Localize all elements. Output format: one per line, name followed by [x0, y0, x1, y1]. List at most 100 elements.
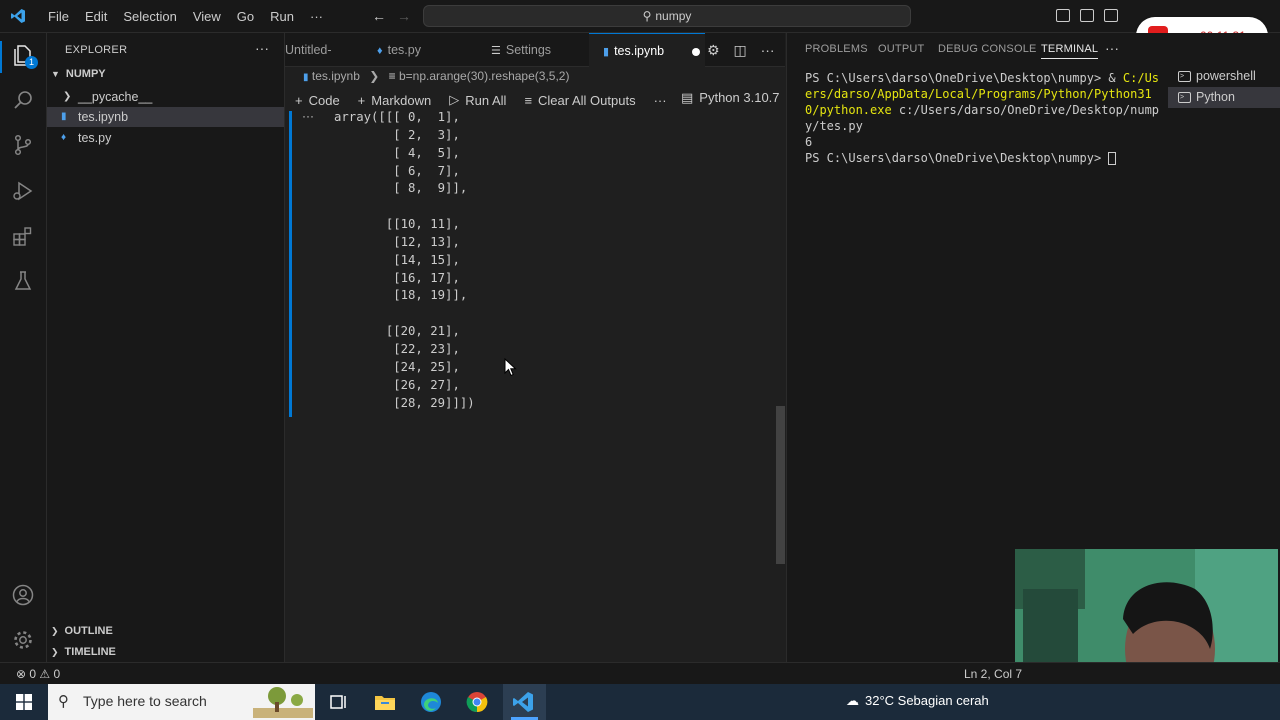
source-control-icon[interactable] — [11, 133, 35, 157]
output-line: [14, 15], — [334, 252, 460, 267]
outline-section[interactable]: ❯ OUTLINE — [51, 625, 113, 637]
back-arrow-icon[interactable]: ← — [372, 8, 386, 24]
add-markdown-label: Markdown — [371, 92, 432, 108]
toggle-secondary-sidebar-icon[interactable] — [1104, 9, 1118, 22]
tree-item-tes-ipynb[interactable]: ▮ tes.ipynb — [47, 107, 284, 127]
menu-edit[interactable]: Edit — [77, 9, 115, 24]
forward-arrow-icon[interactable]: → — [397, 8, 411, 24]
gear-icon[interactable]: ⚙ — [707, 42, 720, 58]
terminal-result: 6 — [805, 135, 813, 149]
workspace-folder[interactable]: ▼ NUMPY — [51, 68, 106, 80]
menu-go[interactable]: Go — [229, 9, 262, 24]
tab-label: Settings — [505, 43, 552, 57]
breadcrumb: ▮ tes.ipynb ❯ ≡ b=np.arange(30).reshape(… — [303, 69, 569, 83]
add-code-cell-button[interactable]: + Code — [295, 93, 340, 108]
tab-problems[interactable]: PROBLEMS — [805, 43, 868, 55]
tab-tes-py[interactable]: ♦ tes.py — [377, 33, 477, 67]
tree-item-tes-py[interactable]: ♦ tes.py — [47, 128, 284, 148]
terminal-item-powershell[interactable]: > powershell — [1168, 66, 1280, 87]
kernel-picker[interactable]: ▤ Python 3.10.7 — [681, 90, 780, 106]
vscode-taskbar-icon[interactable] — [511, 690, 535, 714]
tab-label: tes.ipynb — [614, 44, 665, 58]
cursor-position[interactable]: Ln 2, Col 7 — [964, 667, 1022, 681]
run-all-button[interactable]: ▷ Run All — [449, 92, 506, 108]
weather-widget[interactable]: ☁ 32°C Sebagian cerah — [846, 693, 989, 709]
terminal-output[interactable]: PS C:\Users\darso\OneDrive\Desktop\numpy… — [805, 70, 1165, 166]
editor-tabs: Untitled-1 ♦tes.py ☰Settings ▮tes.ipynb … — [285, 33, 785, 67]
tab-terminal[interactable]: TERMINAL — [1041, 43, 1099, 59]
toggle-panel-icon[interactable] — [1080, 9, 1094, 22]
notebook-file-icon: ▮ — [603, 46, 610, 58]
menu-view[interactable]: View — [185, 9, 229, 24]
tab-label: Untitled-1 — [285, 43, 332, 57]
editor-area: Untitled-1 ♦tes.py ☰Settings ▮tes.ipynb … — [285, 33, 785, 662]
timeline-section[interactable]: ❯ TIMELINE — [51, 646, 116, 658]
run-and-debug-icon[interactable] — [11, 179, 35, 203]
tab-settings[interactable]: ☰ Settings — [491, 33, 591, 67]
file-explorer-icon[interactable] — [373, 690, 397, 714]
menu-file[interactable]: File — [40, 9, 77, 24]
breadcrumb-symbol[interactable]: b=np.arange(30).reshape(3,5,2) — [399, 69, 569, 83]
tree-item-label: __pycache__ — [78, 90, 153, 104]
unsaved-dot-icon[interactable] — [692, 47, 701, 56]
add-code-label: Code — [308, 92, 340, 108]
output-line: [18, 19]], — [334, 288, 468, 303]
extensions-icon[interactable] — [11, 224, 35, 248]
output-line: [28, 29]]]) — [334, 395, 475, 410]
editor-scrollbar[interactable] — [776, 406, 785, 564]
terminal-item-python[interactable]: > Python — [1168, 87, 1280, 108]
notebook-more-button[interactable]: ··· — [654, 93, 667, 108]
menu-run[interactable]: Run — [262, 9, 302, 24]
testing-flask-icon[interactable] — [11, 269, 35, 293]
task-view-icon[interactable] — [326, 690, 350, 714]
problems-status[interactable]: ⊗ 0 ⚠ 0 — [16, 667, 60, 681]
split-editor-icon[interactable]: ◫ — [733, 42, 746, 58]
search-icon[interactable] — [11, 88, 35, 112]
activity-bar: 1 — [0, 33, 47, 662]
explorer-more-actions-icon[interactable]: ··· — [255, 40, 269, 56]
tab-tes-ipynb[interactable]: ▮ tes.ipynb — [589, 33, 705, 67]
add-markdown-cell-button[interactable]: + Markdown — [358, 93, 432, 108]
chrome-browser-icon[interactable] — [465, 690, 489, 714]
output-line: [ 2, 3], — [334, 127, 460, 142]
windows-start-icon[interactable] — [16, 694, 32, 710]
tab-label: tes.py — [387, 43, 421, 57]
output-line: [ 6, 7], — [334, 163, 460, 178]
explorer-badge: 1 — [25, 56, 38, 69]
output-more-icon[interactable]: ··· — [302, 109, 314, 123]
notebook-more-label: ··· — [653, 92, 667, 108]
python-file-icon: ♦ — [61, 132, 67, 143]
settings-list-icon: ☰ — [491, 45, 501, 57]
tab-output[interactable]: OUTPUT — [878, 43, 924, 55]
edge-browser-icon[interactable] — [419, 690, 443, 714]
timeline-label: TIMELINE — [64, 646, 116, 658]
notebook-toolbar: + Code + Markdown ▷ Run All ≡ Clear All Outp… — [295, 90, 685, 110]
tree-item-pycache[interactable]: ❯ __pycache__ — [47, 87, 284, 107]
tab-debug-console[interactable]: DEBUG CONSOLE — [938, 43, 1037, 55]
taskbar-search-box[interactable]: ⚲ Type here to search — [48, 684, 315, 720]
editor-actions: ⚙ ◫ ··· — [707, 33, 775, 67]
python-file-icon: ♦ — [377, 45, 383, 57]
tab-untitled-1[interactable]: Untitled-1 — [285, 33, 371, 67]
chevron-down-icon: ▼ — [51, 69, 60, 79]
kernel-label: Python 3.10.7 — [699, 90, 780, 105]
breadcrumb-file[interactable]: tes.ipynb — [312, 69, 360, 83]
windows-taskbar: ⚲ Type here to search ☁ 32°C Sebagian cer… — [0, 684, 1280, 720]
taskbar-search-placeholder: Type here to search — [83, 693, 207, 709]
menu-selection[interactable]: Selection — [115, 9, 184, 24]
command-center-search[interactable]: ⚲ numpy — [423, 5, 911, 27]
outline-label: OUTLINE — [64, 625, 113, 637]
run-all-label: Run All — [465, 92, 507, 108]
workspace-folder-label: NUMPY — [65, 68, 106, 80]
accounts-icon[interactable] — [11, 583, 35, 607]
editor-more-icon[interactable]: ··· — [761, 42, 775, 58]
output-line: [22, 23], — [334, 341, 460, 356]
clear-all-outputs-button[interactable]: ≡ Clear All Outputs — [524, 93, 635, 108]
settings-gear-icon[interactable] — [11, 628, 35, 652]
chevron-right-icon: ❯ — [51, 626, 59, 636]
toggle-sidebar-icon[interactable] — [1056, 9, 1070, 22]
menu-more[interactable]: ··· — [302, 9, 331, 24]
panel-more-icon[interactable]: ··· — [1105, 40, 1119, 56]
